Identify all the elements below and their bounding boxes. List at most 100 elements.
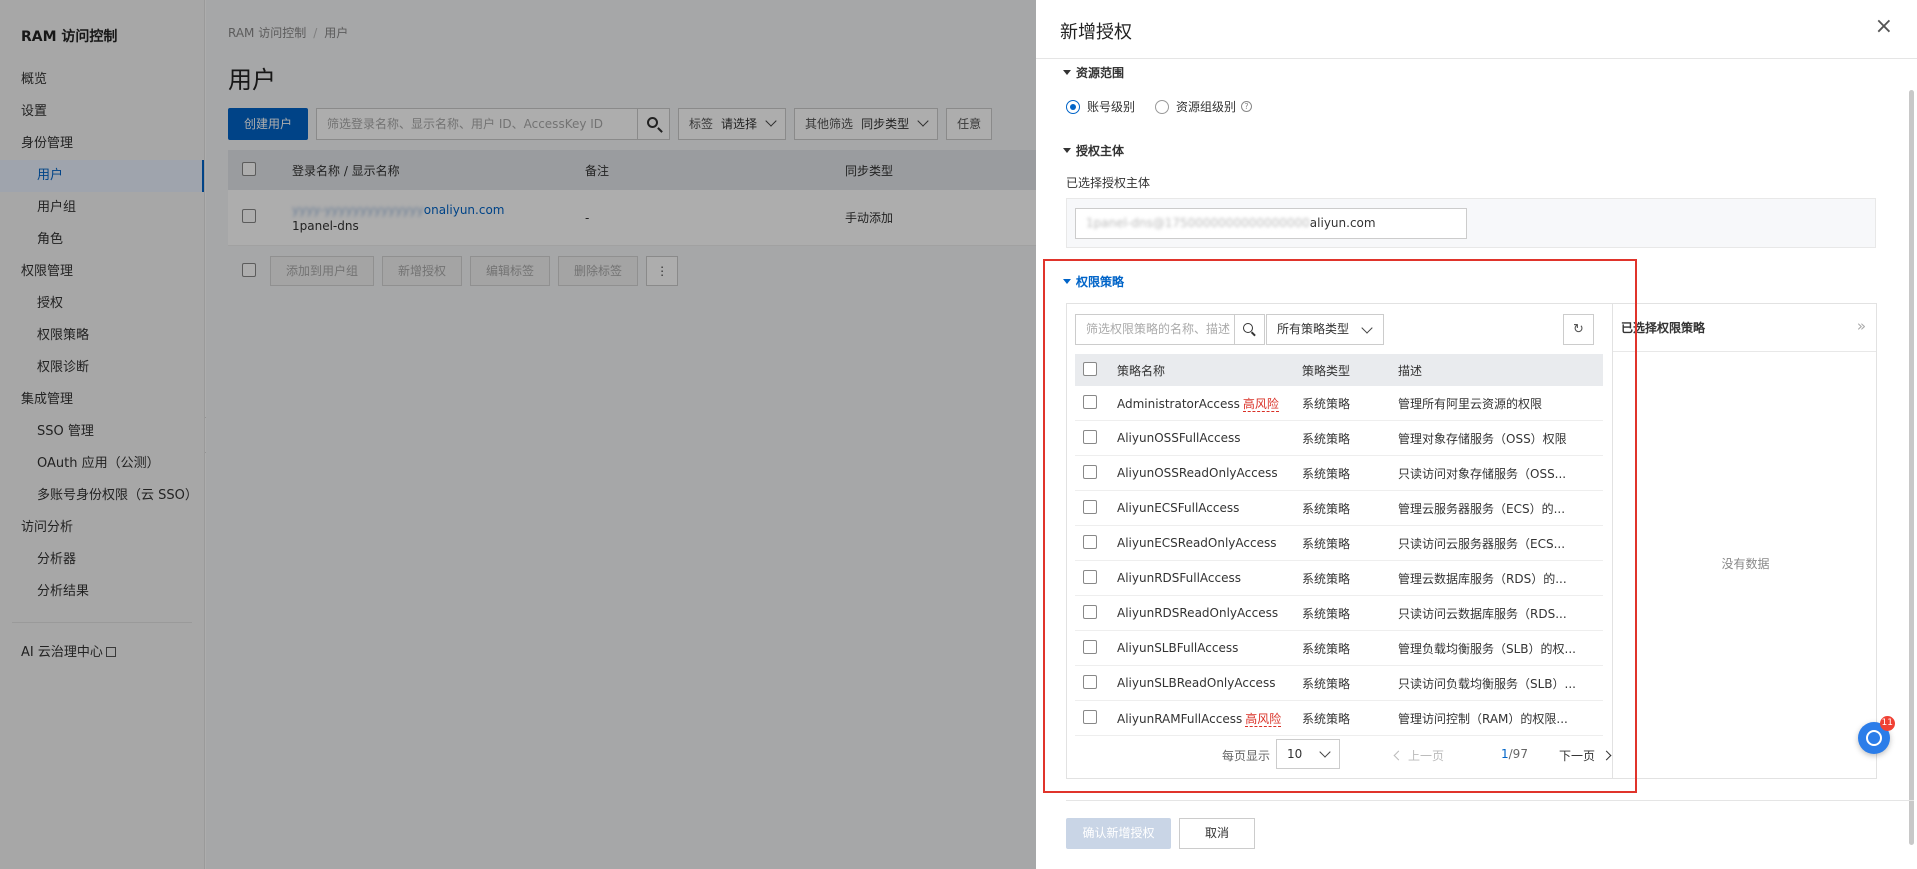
policy-name-cell: AliyunRAMFullAccess 高风险 (1105, 710, 1302, 727)
table-row[interactable]: AliyunECSReadOnlyAccess 系统策略 只读访问云服务器服务（EC… (1075, 526, 1603, 561)
page-size-select[interactable]: 10 (1276, 739, 1340, 769)
row-checkbox[interactable] (1083, 429, 1097, 444)
row-checkbox[interactable] (1083, 394, 1097, 409)
policy-type-cell: 系统策略 (1302, 501, 1351, 516)
row-checkbox[interactable] (1083, 639, 1097, 654)
policy-name-cell: AliyunRDSFullAccess (1105, 571, 1302, 585)
policy-name-cell: AliyunOSSReadOnlyAccess (1105, 466, 1302, 480)
caret-down-icon (1063, 279, 1071, 284)
risk-badge[interactable]: 高风险 (1245, 711, 1282, 727)
table-row[interactable]: AliyunOSSReadOnlyAccess 系统策略 只读访问对象存储服务（OS… (1075, 456, 1603, 491)
risk-badge[interactable]: 高风险 (1242, 396, 1279, 412)
caret-down-icon (1063, 70, 1071, 75)
row-checkbox[interactable] (1083, 709, 1097, 724)
policy-name: AdministratorAccess (1117, 396, 1240, 411)
confirm-button[interactable]: 确认新增授权 (1066, 818, 1171, 849)
modal-overlay[interactable] (0, 0, 1036, 869)
policy-type-cell: 系统策略 (1302, 571, 1351, 586)
section-title: 授权主体 (1076, 144, 1125, 158)
table-row[interactable]: AliyunRDSFullAccess 系统策略 管理云数据库服务（RDS）的... (1075, 561, 1603, 596)
principal-value: aliyun.com (1309, 216, 1376, 230)
row-checkbox[interactable] (1083, 464, 1097, 479)
help-icon[interactable]: ? (1241, 101, 1253, 112)
empty-state: 没有数据 (1721, 557, 1770, 571)
table-row[interactable]: AliyunRDSReadOnlyAccess 系统策略 只读访问云数据库服务（RD… (1075, 596, 1603, 631)
current-page: 1 (1501, 747, 1509, 761)
policy-name: AliyunECSFullAccess (1117, 501, 1240, 515)
table-row[interactable]: AliyunOSSFullAccess 系统策略 管理对象存储服务（OSS）权限 (1075, 421, 1603, 456)
policy-name-cell: AliyunECSReadOnlyAccess (1105, 536, 1302, 550)
policy-name-cell: AliyunECSFullAccess (1105, 501, 1302, 515)
policy-type-select[interactable]: 所有策略类型 (1266, 314, 1384, 345)
radio-account-level[interactable] (1066, 99, 1080, 114)
section-resource-scope[interactable]: 资源范围 (1063, 64, 1124, 81)
principal-input[interactable]: 1panel-dns@1750000000000000000aliyun.com (1075, 208, 1467, 239)
search-placeholder: 筛选权限策略的名称、描述 (1086, 322, 1231, 336)
chevron-left-icon (1393, 750, 1404, 761)
selected-panel-header: 已选择权限策略 » (1613, 304, 1876, 352)
table-row[interactable]: AliyunSLBReadOnlyAccess 系统策略 只读访问负载均衡服务（SL… (1075, 666, 1603, 701)
row-checkbox[interactable] (1083, 674, 1097, 689)
table-row[interactable]: AliyunSLBFullAccess 系统策略 管理负载均衡服务（SLB）的权..… (1075, 631, 1603, 666)
policy-search-input[interactable]: 筛选权限策略的名称、描述 (1075, 314, 1265, 345)
double-chevron-right-icon[interactable]: » (1857, 317, 1866, 335)
next-page-button[interactable]: 下一页 (1559, 747, 1612, 764)
row-checkbox[interactable] (1083, 569, 1097, 584)
policy-desc-cell: 只读访问对象存储服务（OSS... (1398, 466, 1567, 481)
policy-name: AliyunOSSReadOnlyAccess (1117, 466, 1278, 480)
policy-type-cell: 系统策略 (1302, 466, 1351, 481)
policy-desc-cell: 管理负载均衡服务（SLB）的权... (1398, 641, 1576, 656)
table-row[interactable]: AliyunECSFullAccess 系统策略 管理云服务器服务（ECS）的... (1075, 491, 1603, 526)
policy-rows: AdministratorAccess 高风险 系统策略 管理所有阿里云资源的权限 Al… (1075, 386, 1603, 736)
divider (1066, 800, 1914, 801)
policy-desc-cell: 管理对象存储服务（OSS）权限 (1398, 431, 1567, 446)
policy-type-cell: 系统策略 (1302, 641, 1351, 656)
resource-scope-radio-group: 账号级别 资源组级别 ? (1066, 98, 1253, 115)
table-row[interactable]: AliyunRAMFullAccess 高风险 系统策略 管理访问控制（RAM）的权限… (1075, 701, 1603, 736)
principal-label: 已选择授权主体 (1066, 176, 1151, 190)
policy-type-cell: 系统策略 (1302, 676, 1351, 691)
total-pages: /97 (1508, 747, 1528, 761)
refresh-icon[interactable]: ↻ (1563, 314, 1594, 345)
radio-resource-group-level[interactable] (1155, 99, 1170, 114)
section-title: 资源范围 (1076, 66, 1125, 80)
select-all-checkbox[interactable] (1083, 361, 1097, 376)
selected-policies-panel: 已选择权限策略 » 没有数据 (1612, 303, 1877, 779)
policy-name: AliyunRAMFullAccess (1117, 711, 1243, 726)
policy-name-cell: AdministratorAccess 高风险 (1105, 395, 1302, 412)
policy-desc-cell: 管理访问控制（RAM）的权限... (1398, 711, 1568, 726)
row-checkbox[interactable] (1083, 499, 1097, 514)
drawer-scrollbar[interactable] (1907, 60, 1915, 860)
table-row[interactable]: AdministratorAccess 高风险 系统策略 管理所有阿里云资源的权限 (1075, 386, 1603, 421)
drawer-title: 新增授权 (1060, 22, 1132, 43)
next-label: 下一页 (1559, 749, 1596, 763)
select-value: 所有策略类型 (1277, 322, 1350, 336)
prev-label: 上一页 (1408, 749, 1445, 763)
policy-name: AliyunRDSFullAccess (1117, 571, 1241, 585)
policy-desc-cell: 管理所有阿里云资源的权限 (1398, 396, 1543, 411)
policy-type-cell: 系统策略 (1302, 536, 1351, 551)
row-checkbox[interactable] (1083, 534, 1097, 549)
policy-name: AliyunOSSFullAccess (1117, 431, 1241, 445)
search-button[interactable] (1234, 315, 1264, 344)
policy-type-cell: 系统策略 (1302, 431, 1351, 446)
help-assistant-button[interactable]: 11 (1858, 716, 1895, 754)
page-indicator: 1/97 (1501, 747, 1528, 761)
search-icon (1243, 323, 1253, 333)
pagination: 每页显示 10 上一页 1/97 下一页 (1067, 738, 1621, 770)
cancel-button[interactable]: 取消 (1179, 818, 1255, 849)
principal-box: 1panel-dns@1750000000000000000aliyun.com (1066, 198, 1876, 248)
policy-name: AliyunSLBReadOnlyAccess (1117, 676, 1276, 690)
policy-name: AliyunSLBFullAccess (1117, 641, 1239, 655)
table-header: 策略名称 策略类型 描述 (1075, 354, 1603, 386)
add-permission-drawer: 新增授权 × 资源范围 账号级别 资源组级别 ? 授权主体 已选择授权主体 1p… (1036, 0, 1917, 869)
select-value: 10 (1287, 747, 1303, 761)
section-title: 权限策略 (1076, 275, 1125, 289)
prev-page-button[interactable]: 上一页 (1393, 747, 1445, 764)
close-icon[interactable]: × (1875, 16, 1893, 38)
policy-name: AliyunRDSReadOnlyAccess (1117, 606, 1279, 620)
policy-type-cell: 系统策略 (1302, 396, 1351, 411)
row-checkbox[interactable] (1083, 604, 1097, 619)
section-principal[interactable]: 授权主体 (1063, 142, 1124, 159)
section-policy[interactable]: 权限策略 (1063, 273, 1124, 290)
